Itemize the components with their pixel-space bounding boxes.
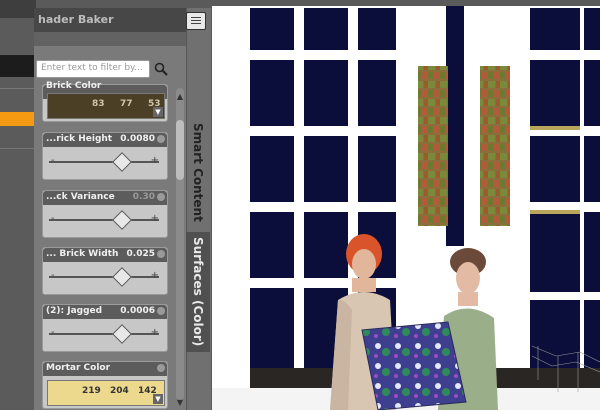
floral-cushion: [361, 321, 467, 410]
property-header: (2): Jagged 0.0006: [43, 305, 167, 319]
divider: [0, 88, 36, 89]
brick-tile-right: [480, 66, 510, 226]
property-brick-height[interactable]: ...rick Height 0.0080 - +: [42, 132, 168, 180]
property-name: Mortar Color: [46, 363, 111, 373]
tab-smart-content[interactable]: Smart Content: [186, 112, 210, 232]
mortar-color-g: 204: [110, 386, 129, 396]
property-value[interactable]: 0.0006: [120, 306, 155, 316]
gear-icon[interactable]: [157, 364, 165, 372]
filter-placeholder: Enter text to filter by...: [41, 63, 143, 73]
property-value[interactable]: 0.30: [133, 192, 155, 202]
filter-input[interactable]: Enter text to filter by...: [36, 60, 150, 78]
slider-track[interactable]: [49, 219, 159, 221]
slider-track[interactable]: [49, 333, 159, 335]
property-brick-width[interactable]: ... Brick Width 0.025 - +: [42, 247, 168, 295]
scroll-up-icon[interactable]: ▲: [175, 92, 185, 102]
panel-toolbar: [34, 32, 186, 46]
left-pane: [0, 0, 36, 410]
mortar-color-r: 219: [82, 386, 101, 396]
gear-icon[interactable]: [157, 135, 165, 143]
increment-icon[interactable]: +: [151, 155, 159, 166]
window-right: [530, 8, 600, 370]
property-name: Brick Color: [46, 81, 102, 91]
property-name: ...rick Height: [46, 134, 113, 144]
mortar-color-swatch[interactable]: 219 204 142 ▼: [47, 380, 165, 406]
left-pane-header: [0, 0, 36, 18]
brick-color-r: 83: [92, 99, 105, 109]
scrollbar-thumb[interactable]: [176, 120, 184, 180]
scroll-down-icon[interactable]: ▼: [175, 398, 185, 408]
slider-knob[interactable]: [112, 267, 132, 287]
property-name: ... Brick Width: [46, 249, 119, 259]
increment-icon[interactable]: +: [151, 213, 159, 224]
gear-icon[interactable]: [157, 307, 165, 315]
tab-label: Smart Content: [191, 122, 205, 222]
dropdown-arrow-icon[interactable]: ▼: [153, 107, 163, 117]
property-value[interactable]: 0.025: [127, 249, 155, 259]
brick-color-swatch[interactable]: 83 77 53 ▼: [47, 93, 165, 119]
property-header: ...ck Variance 0.30: [43, 191, 167, 205]
left-pane-dark-bar: [0, 55, 36, 77]
property-name: (2): Jagged: [46, 306, 103, 316]
property-header: Mortar Color: [43, 362, 167, 376]
property-brick-color[interactable]: Brick Color 83 77 53 ▼: [42, 81, 168, 122]
panel-title: hader Baker: [38, 13, 114, 26]
property-header: ...rick Height 0.0080: [43, 133, 167, 147]
property-jagged[interactable]: (2): Jagged 0.0006 - +: [42, 304, 168, 352]
property-header: ... Brick Width 0.025: [43, 248, 167, 262]
property-value[interactable]: 0.0080: [120, 134, 155, 144]
slider-knob[interactable]: [112, 324, 132, 344]
increment-icon[interactable]: +: [151, 270, 159, 281]
scene-render: [212, 6, 600, 410]
dropdown-arrow-icon[interactable]: ▼: [153, 394, 163, 404]
tab-label: Surfaces (Color): [191, 237, 205, 347]
panel-header: hader Baker: [34, 8, 186, 32]
property-mortar-color[interactable]: Mortar Color 219 204 142 ▼: [42, 361, 168, 409]
slider-track[interactable]: [49, 161, 159, 163]
slider-track[interactable]: [49, 276, 159, 278]
gear-icon[interactable]: [157, 193, 165, 201]
panel-menu-button[interactable]: [186, 12, 206, 30]
slider-knob[interactable]: [112, 210, 132, 230]
selected-row[interactable]: [0, 112, 36, 126]
brick-color-g: 77: [120, 99, 133, 109]
tab-surfaces-color[interactable]: Surfaces (Color): [186, 232, 210, 352]
divider: [0, 148, 36, 149]
brick-tile-left: [418, 66, 448, 226]
search-icon[interactable]: [154, 62, 168, 76]
property-brick-variance[interactable]: ...ck Variance 0.30 - +: [42, 190, 168, 238]
3d-viewport[interactable]: [212, 0, 600, 410]
increment-icon[interactable]: +: [151, 327, 159, 338]
gear-icon[interactable]: [157, 250, 165, 258]
property-name: ...ck Variance: [46, 192, 115, 202]
slider-knob[interactable]: [112, 152, 132, 172]
